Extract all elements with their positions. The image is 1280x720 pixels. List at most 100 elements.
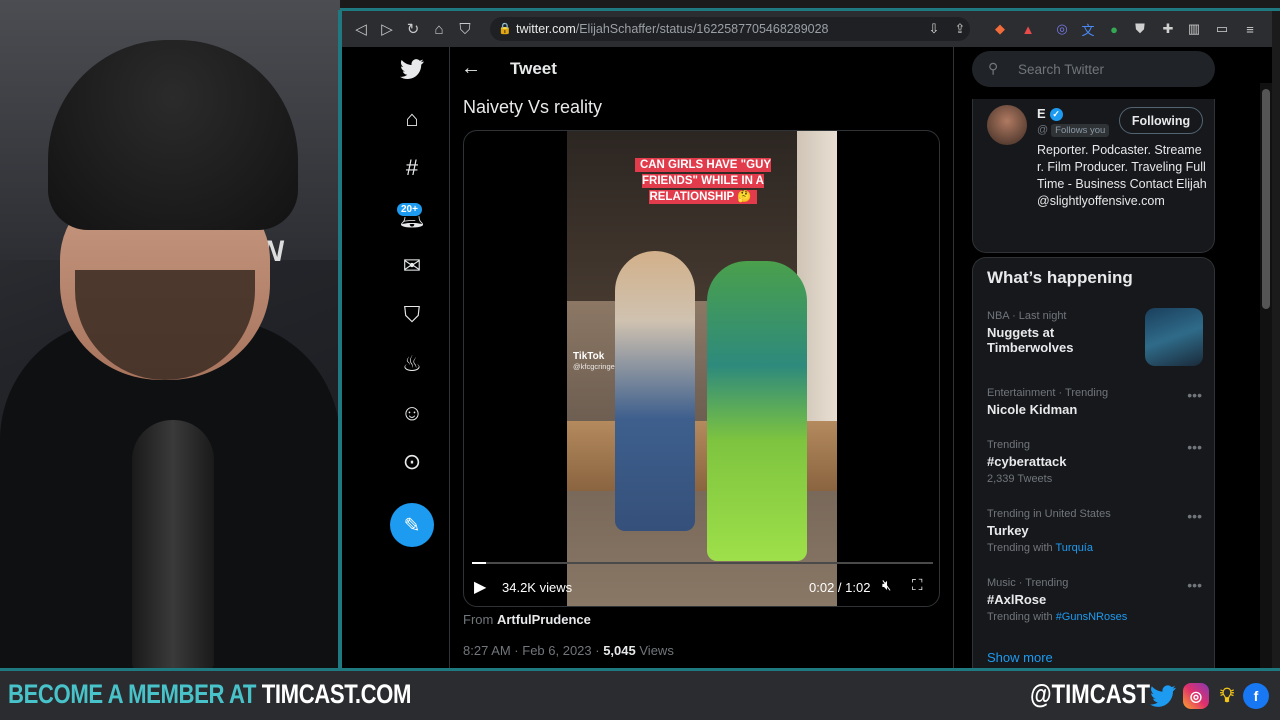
- more-dots-icon[interactable]: •••: [1187, 387, 1202, 403]
- source-account-link[interactable]: ArtfulPrudence: [497, 612, 591, 627]
- from-label: From: [463, 612, 494, 627]
- tweet-column: ← Tweet Naivety Vs reality CAN GIRLS HAV…: [449, 47, 996, 668]
- extension-icon[interactable]: ◎: [1052, 19, 1072, 39]
- page-scrollbar[interactable]: [1260, 83, 1272, 668]
- video-player[interactable]: CAN GIRLS HAVE "GUY FRIENDS" WHILE IN A …: [463, 130, 940, 607]
- chair-logo: N: [262, 235, 284, 268]
- video-source: From ArtfulPrudence: [463, 612, 591, 627]
- compose-tweet-button[interactable]: ✎: [390, 503, 434, 547]
- translate-icon[interactable]: 文: [1078, 19, 1098, 39]
- install-icon[interactable]: ⇩: [924, 19, 944, 39]
- url-path: /ElijahSchaffer/status/16225877054682890…: [575, 22, 829, 36]
- feather-icon: ✎: [403, 514, 421, 537]
- tweet-timestamp[interactable]: 8:27 AM · Feb 6, 2023 ·: [463, 643, 600, 658]
- mute-icon[interactable]: 🔇︎: [882, 577, 891, 594]
- trend-context: Trending in United States: [987, 508, 1111, 520]
- video-views: 34.2K views: [502, 580, 573, 595]
- lock-icon: 🔒: [498, 23, 512, 35]
- video-time: 0:02 / 1:02: [809, 580, 871, 595]
- puzzle-icon[interactable]: ✚: [1158, 19, 1178, 39]
- more-dots-icon[interactable]: •••: [1187, 577, 1202, 593]
- tweet-text: Naivety Vs reality: [463, 97, 603, 117]
- profile-person-icon[interactable]: ☺: [392, 393, 432, 433]
- webcam-feed: N: [0, 0, 340, 668]
- back-arrow-icon[interactable]: ←: [461, 57, 481, 80]
- reload-icon[interactable]: ↻: [400, 16, 426, 42]
- trend-item[interactable]: Music · Trending #AxlRose Trending with …: [987, 577, 1202, 623]
- extension-green-icon[interactable]: ●: [1104, 19, 1124, 39]
- home-icon[interactable]: ⌂: [426, 16, 452, 42]
- video-person-right: [707, 261, 807, 561]
- more-dots-icon[interactable]: •••: [1187, 508, 1202, 524]
- following-button[interactable]: Following: [1119, 107, 1203, 134]
- trend-context: Music · Trending: [987, 577, 1069, 589]
- whats-happening-title: What’s happening: [987, 268, 1133, 287]
- trend-related: Trending with #GunsNRoses: [987, 611, 1128, 623]
- more-circle-icon[interactable]: ⊙: [392, 442, 432, 482]
- video-caption: CAN GIRLS HAVE "GUY FRIENDS" WHILE IN A …: [615, 157, 791, 205]
- trend-item[interactable]: Trending in United States Turkey Trendin…: [987, 508, 1202, 554]
- search-input[interactable]: ⚲ Search Twitter: [972, 51, 1215, 87]
- rewards-icon[interactable]: ▲: [1018, 19, 1038, 39]
- membership-promo: BECOME A MEMBER AT TIMCAST.COM: [8, 679, 411, 710]
- promo-site: TIMCAST.COM: [261, 679, 412, 709]
- microphone: [132, 420, 214, 668]
- trend-related: Trending with Turquía: [987, 542, 1093, 554]
- tweet-meta: 8:27 AM · Feb 6, 2023 · 5,045 Views: [463, 643, 674, 658]
- profile-name[interactable]: E ✓: [1037, 106, 1063, 122]
- bookmark-icon[interactable]: ⛉: [452, 16, 478, 42]
- video-controls: ▶ 34.2K views 0:02 / 1:02 🔇︎ ⛶: [464, 571, 939, 605]
- avatar[interactable]: [987, 105, 1027, 145]
- trend-related-link[interactable]: Turquía: [1055, 542, 1093, 554]
- brave-shield-icon[interactable]: ◆: [990, 19, 1010, 39]
- home-nav-icon[interactable]: ⌂: [392, 99, 432, 139]
- bookmarks-icon[interactable]: ⛉: [392, 295, 432, 335]
- forward-icon[interactable]: ▷: [374, 16, 400, 42]
- scrollbar-thumb[interactable]: [1262, 89, 1270, 309]
- flame-icon[interactable]: ♨: [392, 344, 432, 384]
- tiktok-handle: @kfcgcringe: [573, 362, 615, 371]
- shield-extension-icon[interactable]: ⛊: [1130, 19, 1150, 39]
- video-frame: CAN GIRLS HAVE "GUY FRIENDS" WHILE IN A …: [567, 131, 837, 606]
- wallet-icon[interactable]: ▭: [1212, 19, 1232, 39]
- trend-context: Trending: [987, 439, 1031, 451]
- share-icon[interactable]: ⇪: [950, 19, 970, 39]
- messages-mail-icon[interactable]: ✉: [392, 246, 432, 286]
- page-title: Tweet: [510, 59, 557, 78]
- sidebar-icon[interactable]: ▥: [1184, 19, 1204, 39]
- video-progress-fill: [472, 562, 486, 564]
- video-progress-bar[interactable]: [472, 562, 933, 564]
- views-label: Views: [639, 643, 674, 658]
- menu-icon[interactable]: ≡: [1240, 19, 1260, 39]
- social-handle: @TIMCAST: [1030, 679, 1150, 709]
- column-divider-right: [953, 47, 954, 668]
- back-icon[interactable]: ◁: [348, 16, 374, 42]
- more-dots-icon[interactable]: •••: [1187, 439, 1202, 455]
- follows-you-badge: Follows you: [1051, 124, 1110, 137]
- browser-window: ◁ ▷ ↻ ⌂ ⛉ 🔒 twitter.com/ElijahSchaffer/s…: [342, 11, 1272, 668]
- search-icon: ⚲: [988, 60, 999, 76]
- trend-name: Nicole Kidman: [987, 402, 1078, 417]
- instagram-icon: ◎: [1183, 683, 1209, 709]
- trend-name: #AxlRose: [987, 592, 1047, 607]
- trend-item[interactable]: Entertainment · Trending Nicole Kidman •…: [987, 387, 1202, 417]
- video-person-left: [615, 251, 695, 531]
- profile-card: E ✓ @ Follows you Following Reporter. Podc…: [972, 99, 1215, 253]
- trend-thumbnail: [1145, 308, 1203, 366]
- url-host: twitter.com: [516, 22, 576, 36]
- tweet-view-count: 5,045: [603, 643, 636, 658]
- facebook-icon: f: [1243, 683, 1269, 709]
- lightbulb-icon: 💡︎: [1220, 684, 1234, 707]
- trend-item[interactable]: Trending #cyberattack 2,339 Tweets •••: [987, 439, 1202, 485]
- twitter-social-icon: [1150, 683, 1176, 709]
- tiktok-watermark: TikTok @kfcgcringe: [573, 351, 615, 371]
- twitter-logo-icon[interactable]: [392, 49, 432, 89]
- fullscreen-icon[interactable]: ⛶: [912, 577, 923, 594]
- show-more-link[interactable]: Show more: [987, 650, 1053, 665]
- search-placeholder: Search Twitter: [1018, 61, 1105, 77]
- trend-name: #cyberattack: [987, 454, 1067, 469]
- explore-hashtag-icon[interactable]: #: [392, 148, 432, 188]
- trend-related-link[interactable]: #GunsNRoses: [1056, 611, 1128, 623]
- play-icon[interactable]: ▶: [474, 577, 486, 597]
- address-bar[interactable]: 🔒 twitter.com/ElijahSchaffer/status/1622…: [490, 17, 970, 41]
